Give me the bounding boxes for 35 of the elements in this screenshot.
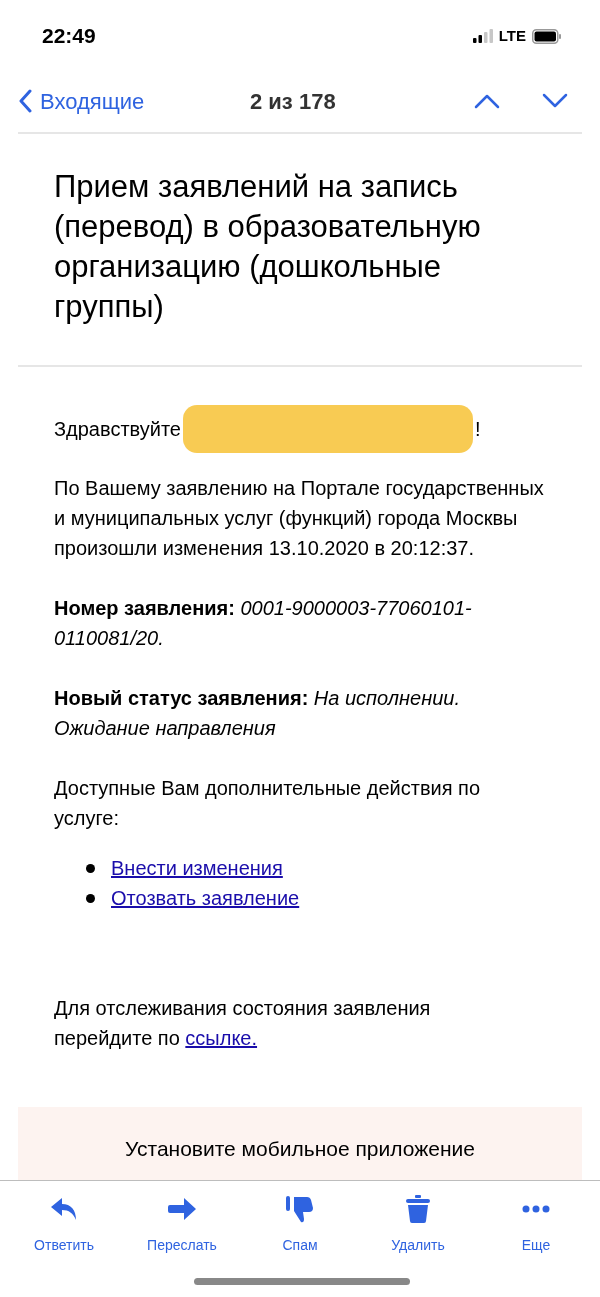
tracking-link[interactable]: ссылке.	[185, 1027, 258, 1049]
application-status: Новый статус заявления: На исполнении. Ожидание направления	[54, 686, 461, 741]
banner-text: Установите мобильное приложение	[125, 1136, 475, 1162]
more-icon	[522, 1205, 550, 1213]
toolbar-button[interactable]: Ответить	[14, 1193, 114, 1297]
toolbar-button[interactable]: Переслать	[132, 1193, 232, 1297]
bullet-icon	[86, 893, 95, 903]
next-message-button[interactable]	[542, 93, 568, 109]
trash-icon	[405, 1194, 431, 1224]
actions-title: Доступные Вам дополнительные действия по услуге:	[54, 776, 481, 831]
clock-time: 22:49	[42, 23, 96, 50]
email-subject: Прием заявлений на запись (перевод) в образовательную организацию (дошкольные группы)	[53, 168, 482, 326]
bullet-icon	[86, 863, 95, 873]
back-button[interactable]: Входящие	[18, 84, 145, 118]
action-link[interactable]: Внести изменения	[111, 853, 283, 883]
message-position: 2 из 178	[250, 87, 336, 116]
toolbar-button[interactable]: Удалить	[368, 1193, 468, 1297]
intro-paragraph: По Вашему заявлению на Портале государственных и муниципальных услуг (функций) города Москвы произошли изменения 13.10.2020 в 20:12:37.	[54, 476, 545, 561]
action-link[interactable]: Отозвать заявление	[111, 883, 300, 913]
forward-arrow-icon	[167, 1197, 197, 1221]
previous-message-button[interactable]	[474, 93, 500, 109]
signal-icon	[472, 29, 493, 43]
chevron-up-icon	[474, 93, 500, 109]
toolbar-button[interactable]: Еще	[486, 1193, 586, 1297]
tracking-paragraph: Для отслеживания состояния заявления перейдите по ссылке.	[54, 996, 432, 1051]
greeting: Здравствуйте	[54, 417, 181, 442]
thumbs-down-icon	[285, 1194, 315, 1224]
chevron-down-icon	[542, 93, 568, 109]
toolbar-button[interactable]: Спам	[250, 1193, 350, 1297]
battery-icon	[532, 28, 562, 44]
greeting-end: !	[475, 417, 481, 442]
application-number: Номер заявления: 0001-9000003-77060101-0110081/20.	[54, 596, 473, 651]
chevron-left-icon	[18, 89, 32, 113]
network-label: LTE	[498, 25, 526, 46]
reply-icon	[50, 1196, 78, 1222]
